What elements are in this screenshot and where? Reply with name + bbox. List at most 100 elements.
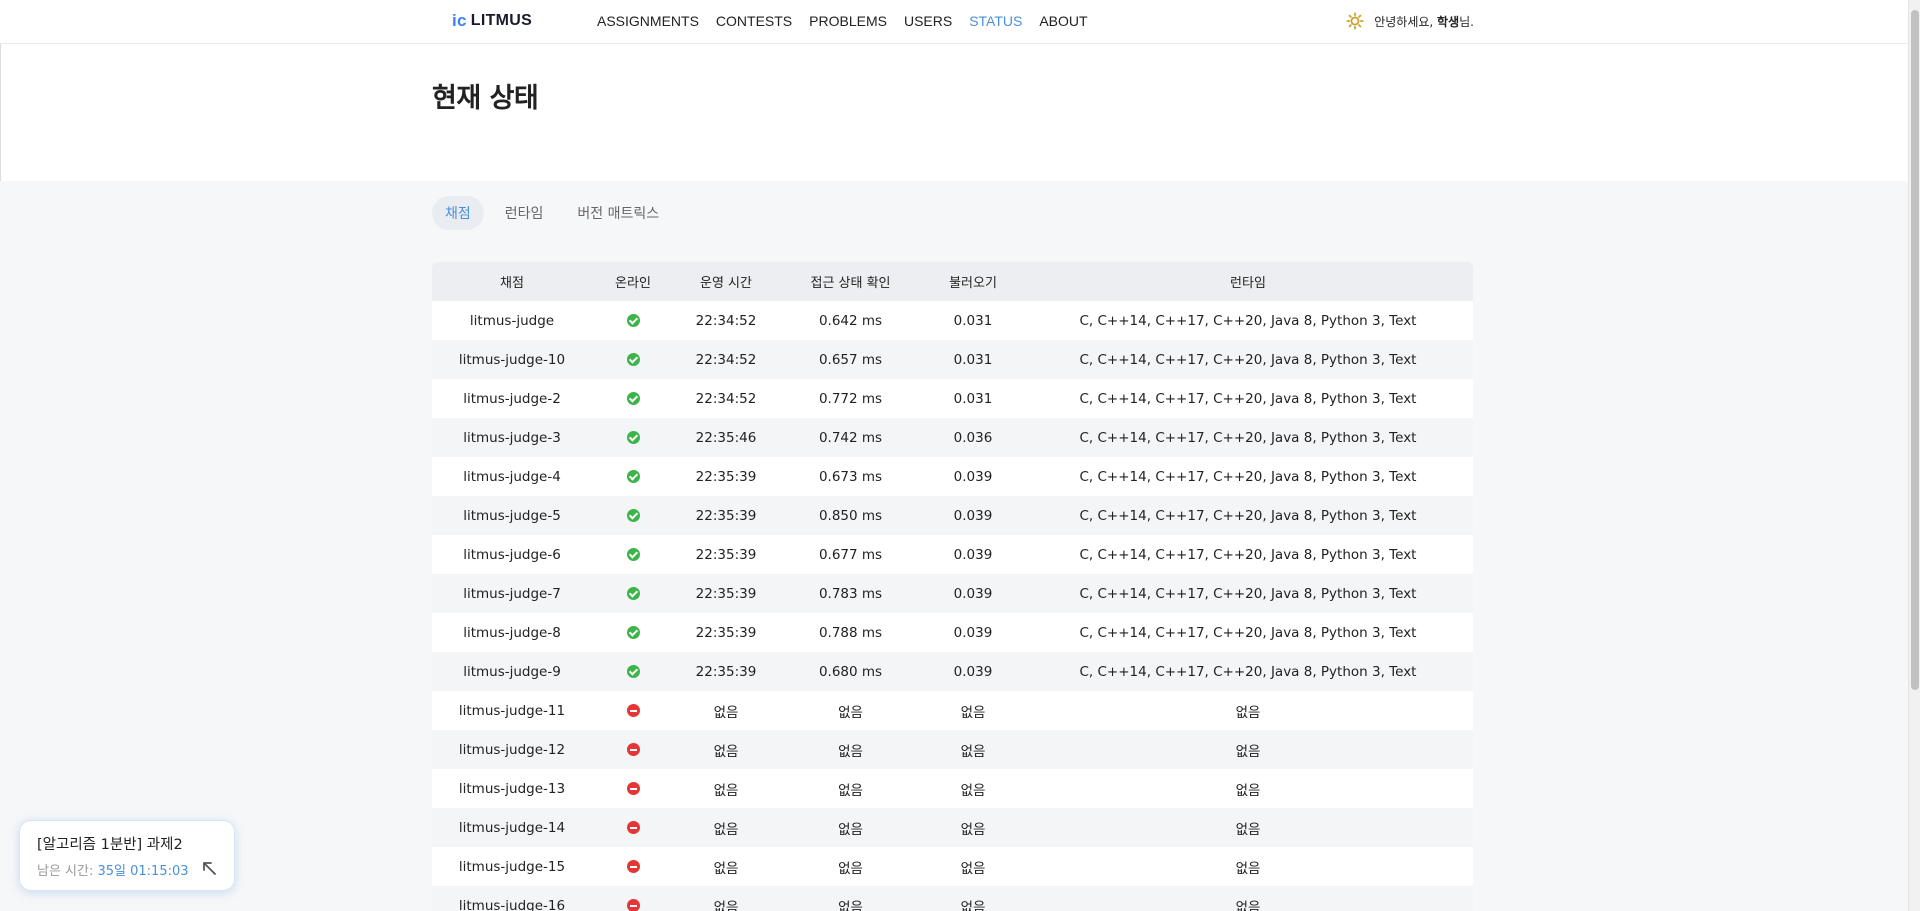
nav-contests[interactable]: CONTESTS bbox=[716, 13, 792, 29]
top-navbar: ic LITMUS ASSIGNMENTS CONTESTS PROBLEMS USE… bbox=[0, 0, 1908, 44]
online-cell bbox=[592, 508, 674, 524]
online-cell bbox=[592, 586, 674, 602]
table-row: litmus-judge-13 없음 없음 없음 없음 bbox=[432, 769, 1473, 808]
page-scrollbar[interactable] bbox=[1908, 0, 1920, 911]
uptime-cell: 22:35:39 bbox=[695, 546, 757, 563]
load-cell: 없음 bbox=[960, 743, 986, 760]
arrow-up-left-icon[interactable] bbox=[200, 859, 218, 877]
judge-name: litmus-judge-14 bbox=[458, 819, 566, 836]
assignment-timer-widget[interactable]: [알고리즘 1분반] 과제2 남은 시간: 35일 01:15:03 bbox=[19, 820, 235, 891]
table-row: litmus-judge 22:34:52 0.642 ms 0.031 C, C++1… bbox=[432, 301, 1473, 340]
tab-version-matrix[interactable]: 버전 매트릭스 bbox=[564, 196, 672, 230]
judge-name: litmus-judge-4 bbox=[463, 468, 561, 485]
judge-name: litmus-judge-5 bbox=[463, 507, 561, 524]
online-cell bbox=[592, 664, 674, 680]
load-cell: 0.039 bbox=[953, 507, 993, 524]
runtimes-cell: C, C++14, C++17, C++20, Java 8, Python 3… bbox=[1079, 507, 1417, 524]
ping-cell: 0.642 ms bbox=[818, 312, 883, 329]
ping-cell: 0.850 ms bbox=[818, 507, 883, 524]
runtimes-cell: C, C++14, C++17, C++20, Java 8, Python 3… bbox=[1079, 624, 1417, 641]
runtimes-cell: C, C++14, C++17, C++20, Java 8, Python 3… bbox=[1079, 390, 1417, 407]
runtimes-cell: C, C++14, C++17, C++20, Java 8, Python 3… bbox=[1079, 312, 1417, 329]
offline-minus-icon bbox=[626, 860, 640, 873]
load-cell: 0.039 bbox=[953, 468, 993, 485]
tab-runtime[interactable]: 런타임 bbox=[492, 196, 557, 230]
online-check-icon bbox=[626, 392, 640, 405]
uptime-cell: 없음 bbox=[713, 899, 739, 911]
nav-status[interactable]: STATUS bbox=[969, 13, 1022, 29]
main-nav: ASSIGNMENTS CONTESTS PROBLEMS USERS STATUS AB… bbox=[597, 13, 1105, 29]
online-cell bbox=[592, 469, 674, 485]
judge-name: litmus-judge bbox=[469, 312, 555, 329]
online-cell bbox=[592, 625, 674, 641]
judge-name: litmus-judge-15 bbox=[458, 858, 566, 875]
load-cell: 0.039 bbox=[953, 585, 993, 602]
header-judge: 채점 bbox=[500, 276, 524, 291]
ping-cell: 없음 bbox=[838, 782, 863, 799]
greeting-text[interactable]: 안녕하세요, 학생님. bbox=[1374, 13, 1474, 30]
nav-problems[interactable]: PROBLEMS bbox=[809, 13, 887, 29]
offline-minus-icon bbox=[626, 821, 640, 834]
load-cell: 없음 bbox=[960, 704, 986, 721]
online-check-icon bbox=[626, 548, 640, 561]
runtimes-cell: 없음 bbox=[1235, 860, 1261, 877]
ping-cell: 0.677 ms bbox=[818, 546, 883, 563]
judge-name: litmus-judge-11 bbox=[458, 702, 566, 719]
online-cell bbox=[592, 820, 674, 836]
table-row: litmus-judge-2 22:34:52 0.772 ms 0.031 C, C+… bbox=[432, 379, 1473, 418]
load-cell: 없음 bbox=[960, 821, 986, 838]
ping-cell: 0.742 ms bbox=[818, 429, 883, 446]
logo-text: LITMUS bbox=[470, 12, 533, 29]
scrollbar-thumb[interactable] bbox=[1911, 10, 1919, 690]
table-body: litmus-judge 22:34:52 0.642 ms 0.031 C, C++1… bbox=[432, 301, 1473, 911]
user-name: 학생 bbox=[1437, 14, 1460, 29]
judge-name: litmus-judge-10 bbox=[458, 351, 566, 368]
nav-assignments[interactable]: ASSIGNMENTS bbox=[597, 13, 699, 29]
uptime-cell: 22:35:39 bbox=[695, 663, 757, 680]
litmus-logo[interactable]: ic LITMUS bbox=[452, 11, 532, 31]
table-row: litmus-judge-4 22:35:39 0.673 ms 0.039 C, C+… bbox=[432, 457, 1473, 496]
uptime-cell: 22:34:52 bbox=[695, 312, 757, 329]
load-cell: 0.039 bbox=[953, 624, 993, 641]
table-row: litmus-judge-15 없음 없음 없음 없음 bbox=[432, 847, 1473, 886]
ping-cell: 없음 bbox=[838, 860, 863, 877]
nav-users[interactable]: USERS bbox=[904, 13, 952, 29]
ping-cell: 0.657 ms bbox=[818, 351, 883, 368]
theme-toggle-icon[interactable] bbox=[1346, 12, 1364, 30]
table-row: litmus-judge-3 22:35:46 0.742 ms 0.036 C, C+… bbox=[432, 418, 1473, 457]
judge-status-table: 채점 온라인 운영 시간 접근 상태 확인 불러오기 런타임 litmus-ju… bbox=[432, 262, 1473, 911]
online-cell bbox=[592, 547, 674, 563]
header-ping: 접근 상태 확인 bbox=[810, 276, 891, 291]
load-cell: 0.031 bbox=[953, 351, 993, 368]
online-check-icon bbox=[626, 314, 640, 327]
judge-name: litmus-judge-13 bbox=[458, 780, 566, 797]
online-cell bbox=[592, 898, 674, 911]
load-cell: 0.036 bbox=[953, 429, 993, 446]
offline-minus-icon bbox=[626, 782, 640, 795]
load-cell: 0.031 bbox=[953, 390, 993, 407]
offline-minus-icon bbox=[626, 704, 640, 717]
runtimes-cell: C, C++14, C++17, C++20, Java 8, Python 3… bbox=[1079, 468, 1417, 485]
table-row: litmus-judge-9 22:35:39 0.680 ms 0.039 C, C+… bbox=[432, 652, 1473, 691]
ping-cell: 없음 bbox=[838, 821, 863, 838]
online-cell bbox=[592, 352, 674, 368]
header-uptime: 운영 시간 bbox=[700, 276, 752, 291]
uptime-cell: 22:34:52 bbox=[695, 390, 757, 407]
online-cell bbox=[592, 703, 674, 719]
table-row: litmus-judge-11 없음 없음 없음 없음 bbox=[432, 691, 1473, 730]
online-cell bbox=[592, 391, 674, 407]
table-row: litmus-judge-7 22:35:39 0.783 ms 0.039 C, C+… bbox=[432, 574, 1473, 613]
judge-name: litmus-judge-12 bbox=[458, 741, 566, 758]
nav-about[interactable]: ABOUT bbox=[1039, 13, 1087, 29]
load-cell: 0.039 bbox=[953, 546, 993, 563]
online-check-icon bbox=[626, 665, 640, 678]
uptime-cell: 22:35:39 bbox=[695, 507, 757, 524]
logo-mark-icon: ic bbox=[452, 11, 467, 30]
table-row: litmus-judge-10 22:34:52 0.657 ms 0.031 C, C… bbox=[432, 340, 1473, 379]
runtimes-cell: 없음 bbox=[1235, 782, 1261, 799]
greeting-prefix: 안녕하세요, bbox=[1374, 14, 1438, 29]
tab-judge[interactable]: 채점 bbox=[432, 196, 484, 230]
table-row: litmus-judge-5 22:35:39 0.850 ms 0.039 C, C+… bbox=[432, 496, 1473, 535]
uptime-cell: 22:35:46 bbox=[695, 429, 757, 446]
offline-minus-icon bbox=[626, 899, 640, 911]
